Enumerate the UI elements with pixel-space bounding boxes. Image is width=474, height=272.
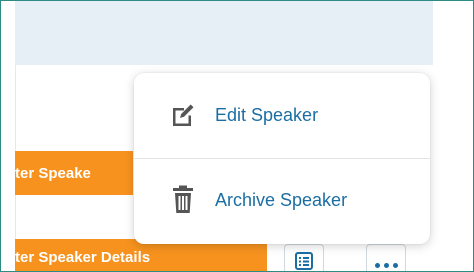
register-speaker-details-button-label: ter Speaker Details: [15, 249, 151, 266]
speaker-actions-menu: Edit Speaker Archive Speaker: [134, 73, 430, 244]
list-icon: [295, 252, 313, 270]
edit-speaker-label: Edit Speaker: [215, 105, 319, 125]
edit-icon: [168, 101, 198, 131]
register-speaker-button[interactable]: ter Speake: [15, 151, 133, 195]
more-actions-button[interactable]: [366, 244, 406, 271]
menu-item-archive-speaker[interactable]: Archive Speaker: [134, 159, 430, 243]
register-speaker-button-label: ter Speake: [15, 164, 91, 182]
menu-item-edit-speaker[interactable]: Edit Speaker: [134, 73, 430, 157]
right-panel: [433, 1, 473, 271]
more-dots-icon: [374, 263, 398, 268]
app-frame: ter Speake ter Speaker Details Edit Spea…: [0, 0, 474, 272]
trash-icon: [168, 185, 198, 215]
header-band: [15, 1, 433, 65]
details-list-button[interactable]: [284, 244, 324, 271]
archive-speaker-label: Archive Speaker: [215, 190, 348, 210]
